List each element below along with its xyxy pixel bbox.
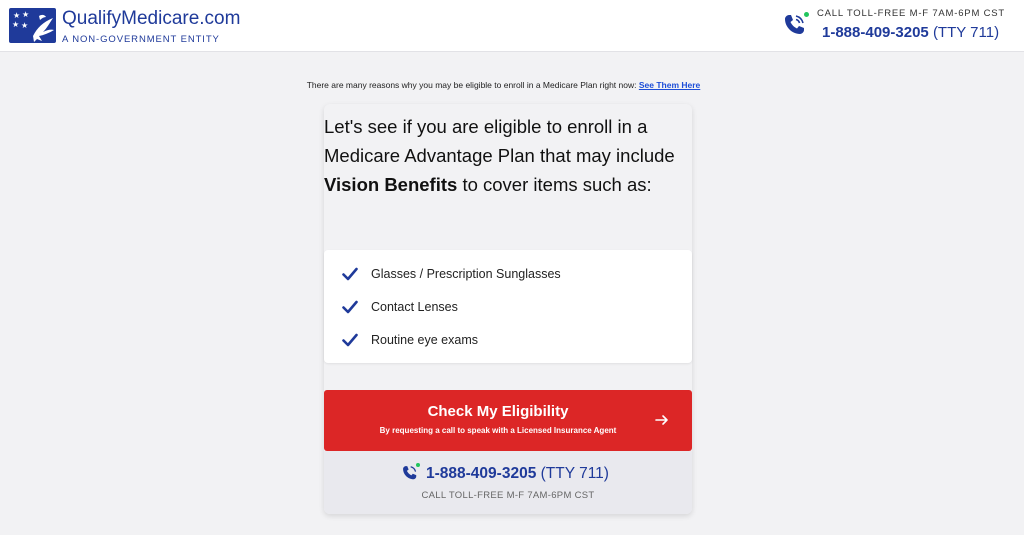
header-phone-link[interactable]: 1-888-409-3205 (TTY 711) <box>822 24 999 41</box>
site-header: ★ ★ ★ ★ QualifyMedicare.com A NON-GOVERN… <box>0 0 1024 52</box>
benefit-label: Contact Lenses <box>371 300 458 314</box>
header-call-label: CALL TOLL-FREE M-F 7AM-6PM CST <box>817 8 1005 19</box>
phone-call-icon[interactable] <box>782 12 809 38</box>
arrow-right-icon <box>655 415 668 425</box>
eligibility-notice: There are many reasons why you may be el… <box>0 80 1007 90</box>
headline-text: Let's see if you are eligible to enroll … <box>324 116 675 166</box>
call-phone-link[interactable]: 1-888-409-3205 (TTY 711) <box>426 465 609 483</box>
online-dot <box>416 463 420 467</box>
header-phone-number[interactable]: 1-888-409-3205 <box>822 24 929 41</box>
headline-text-end: to cover items such as: <box>462 174 652 195</box>
list-item: Glasses / Prescription Sunglasses <box>342 264 561 284</box>
check-icon <box>342 300 358 314</box>
call-hours: CALL TOLL-FREE M-F 7AM-6PM CST <box>421 490 595 501</box>
call-box: 1-888-409-3205 (TTY 711) CALL TOLL-FREE … <box>324 451 692 514</box>
eagle-shape <box>33 14 54 42</box>
check-icon <box>342 333 358 347</box>
list-item: Contact Lenses <box>342 297 458 317</box>
brand-tagline: A NON-GOVERNMENT ENTITY <box>62 34 220 45</box>
benefit-label: Glasses / Prescription Sunglasses <box>371 267 561 281</box>
headline: Let's see if you are eligible to enroll … <box>324 112 692 199</box>
cta-title: Check My Eligibility <box>427 403 569 420</box>
notice-text: There are many reasons why you may be el… <box>306 80 637 90</box>
call-tty: (TTY 711) <box>540 465 609 482</box>
call-phone-number[interactable]: 1-888-409-3205 <box>426 465 536 482</box>
phone-call-icon[interactable] <box>401 463 420 482</box>
eligibility-card: Let's see if you are eligible to enroll … <box>324 104 692 514</box>
check-icon <box>342 267 358 281</box>
benefit-label: Routine eye exams <box>371 333 479 347</box>
header-tty: (TTY 711) <box>932 24 1000 41</box>
list-item: Routine eye exams <box>342 330 478 350</box>
logo-eagle-icon[interactable]: ★ ★ ★ ★ <box>9 8 56 43</box>
cta-subtitle: By requesting a call to speak with a Lic… <box>379 426 617 435</box>
brand-name[interactable]: QualifyMedicare.com <box>62 8 240 30</box>
headline-bold: Vision Benefits <box>324 174 458 195</box>
see-them-here-link[interactable]: See Them Here <box>639 80 700 90</box>
check-eligibility-button[interactable]: Check My Eligibility By requesting a cal… <box>324 390 692 451</box>
benefits-list: Glasses / Prescription Sunglasses Contac… <box>324 250 692 363</box>
online-dot <box>804 12 809 17</box>
